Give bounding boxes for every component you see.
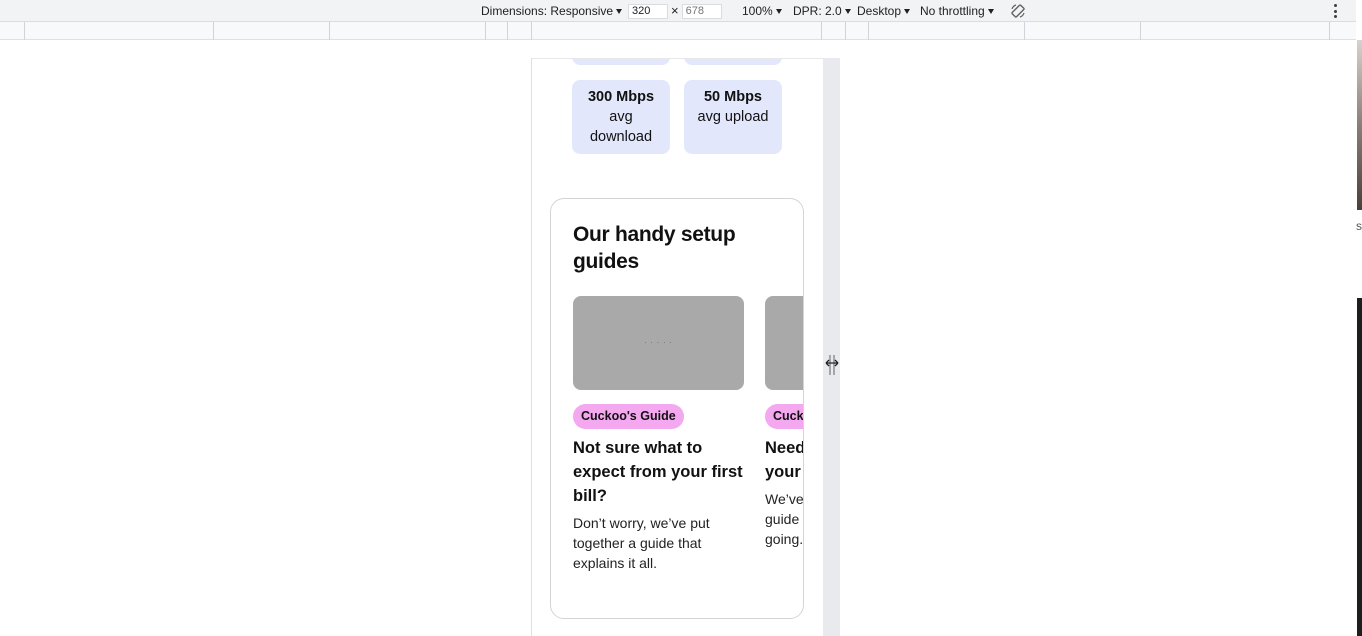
upload-stat: 50 Mbps avg upload [684, 80, 782, 154]
setup-guides-section: Our handy setup guides · · · · · Cuckoo'… [550, 198, 804, 619]
caret-down-icon [616, 8, 623, 14]
media-query-ruler [0, 22, 1356, 40]
guide-image: · · · · · [573, 296, 744, 390]
caret-down-icon [987, 8, 994, 14]
dpr-dropdown[interactable]: DPR: 2.0 [793, 3, 851, 19]
caret-down-icon [844, 8, 851, 14]
zoom-label: 100% [742, 4, 773, 18]
caret-down-icon [904, 8, 911, 14]
resize-arrows-icon [825, 355, 839, 375]
guide-title[interactable]: Not sure what to expect from your first … [573, 436, 745, 508]
viewport-resize-bar[interactable] [823, 58, 840, 636]
times-label: × [671, 3, 679, 18]
upload-label: avg upload [697, 109, 769, 125]
device-viewport: 300 Mbps avg download 50 Mbps avg upload… [531, 58, 823, 636]
background-edge-text: s [1356, 219, 1362, 233]
guide-title[interactable]: Need help setting up your broadband? [765, 436, 803, 484]
image-caption: · · · · · [644, 339, 673, 347]
section-title: Our handy setup guides [573, 223, 736, 273]
zoom-dropdown[interactable]: 100% [742, 3, 782, 19]
upload-value: 50 Mbps [703, 89, 762, 105]
guide-image [765, 296, 803, 390]
device-type-dropdown[interactable]: Desktop [857, 3, 911, 19]
width-input[interactable] [628, 3, 668, 19]
download-stat: 300 Mbps avg download [572, 80, 670, 154]
dimension-inputs: × [628, 3, 722, 19]
height-input[interactable] [681, 3, 722, 19]
download-value: 300 Mbps [587, 89, 655, 105]
rotate-button[interactable] [1010, 3, 1026, 19]
caret-down-icon [775, 8, 782, 14]
guide-tag: Cuckoo's Guide [765, 404, 803, 429]
guide-description: We’ve put together a clear guide to help… [765, 491, 804, 547]
guide-tag: Cuckoo's Guide [573, 404, 684, 429]
background-image-edge [1357, 40, 1362, 210]
background-dark-edge [1357, 298, 1362, 636]
download-label: avg download [589, 109, 653, 145]
dimensions-dropdown[interactable]: Dimensions: Responsive [481, 3, 623, 19]
throttling-dropdown[interactable]: No throttling [920, 3, 994, 19]
resize-handle-icon[interactable] [825, 352, 839, 378]
device-toolbar: Dimensions: Responsive × 100% DPR: 2.0 D… [0, 0, 1362, 22]
more-vert-icon[interactable] [1334, 4, 1338, 18]
device-type-label: Desktop [857, 4, 902, 18]
dpr-label: DPR: 2.0 [793, 4, 842, 18]
stat-chip-previous [684, 59, 782, 65]
throttling-label: No throttling [920, 4, 985, 18]
dimensions-label: Dimensions: Responsive [481, 4, 614, 18]
stat-chip-previous [572, 59, 670, 65]
rotate-icon [1011, 4, 1025, 18]
guide-description: Don’t worry, we’ve put together a guide … [573, 515, 710, 571]
guide-card[interactable]: · · · · · Cuckoo's Guide Not sure what t… [573, 296, 745, 573]
guide-card[interactable]: Cuckoo's Guide Need help setting up your… [765, 296, 804, 549]
